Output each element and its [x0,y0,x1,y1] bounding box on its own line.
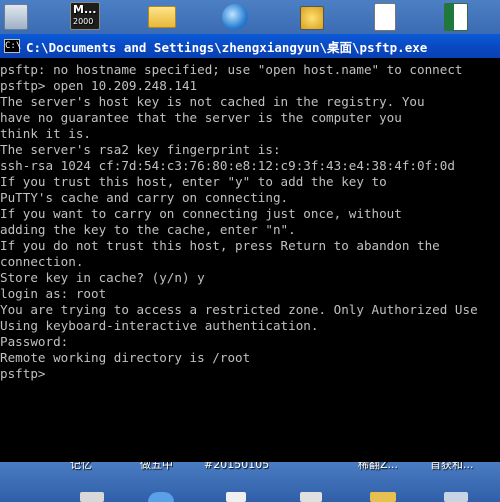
document-icon[interactable] [300,492,322,502]
console-prompt[interactable]: psftp> [0,366,500,382]
console-line: ssh-rsa 1024 cf:7d:54:c3:76:80:e8:12:c9:… [0,158,455,173]
console-line: Password: [0,334,69,349]
console-line: The server's rsa2 key fingerprint is: [0,142,281,157]
ie-icon[interactable] [222,4,248,30]
app-icon[interactable] [444,492,468,502]
console-line: Using keyboard-interactive authenticatio… [0,318,319,333]
desktop-top-strip: M... 2000 [0,0,500,34]
shortcut-icon[interactable] [80,492,104,502]
window-title-bar[interactable]: C:\ C:\Documents and Settings\zhengxiang… [0,34,500,58]
desktop-icon-label: 做五中 [140,462,173,471]
console-line: If you do not trust this host, press Ret… [0,238,440,253]
console-line: connection. [0,254,84,269]
shortcut-icon[interactable]: M... 2000 [70,2,100,30]
console-line: Remote working directory is /root [0,350,251,365]
console-text: psftp: no hostname specified; use "open … [0,58,500,382]
excel-icon[interactable] [444,3,468,31]
console-line: psftp> open 10.209.248.141 [0,78,198,93]
window-title: C:\Documents and Settings\zhengxiangyun\… [26,39,428,55]
console-line: think it is. [0,126,91,141]
console-line: The server's host key is not cached in t… [0,94,425,109]
console-line: You are trying to access a restricted zo… [0,302,478,317]
console-line: PuTTY's cache and carry on connecting. [0,190,289,205]
desktop-icon-label: 稀翻Z... [358,462,399,471]
app-icon[interactable] [300,6,324,30]
document-icon[interactable] [374,3,396,31]
desktop-icon-label: 首获和... [430,462,474,471]
console-output[interactable]: psftp: no hostname specified; use "open … [0,58,500,462]
desktop-icon-label: #20150105 [204,462,270,471]
drive-icon[interactable] [4,4,28,30]
desktop-icon-label: 记忆 [70,462,92,471]
shortcut-label: M... [73,3,97,16]
folder-icon[interactable] [148,6,176,28]
console-line: If you want to carry on connecting just … [0,206,402,221]
console-line: adding the key to the cache, enter "n". [0,222,296,237]
console-line: If you trust this host, enter "y" to add… [0,174,387,189]
shortcut-sublabel: 2000 [73,17,94,26]
document-icon[interactable] [226,492,246,502]
console-line: have no guarantee that the server is the… [0,110,402,125]
console-line: psftp: no hostname specified; use "open … [0,62,463,77]
console-line: Store key in cache? (y/n) y [0,270,205,285]
folder-icon[interactable] [370,492,396,502]
console-icon[interactable]: C:\ [4,39,21,53]
console-line: login as: root [0,286,107,301]
globe-icon[interactable] [148,492,174,502]
